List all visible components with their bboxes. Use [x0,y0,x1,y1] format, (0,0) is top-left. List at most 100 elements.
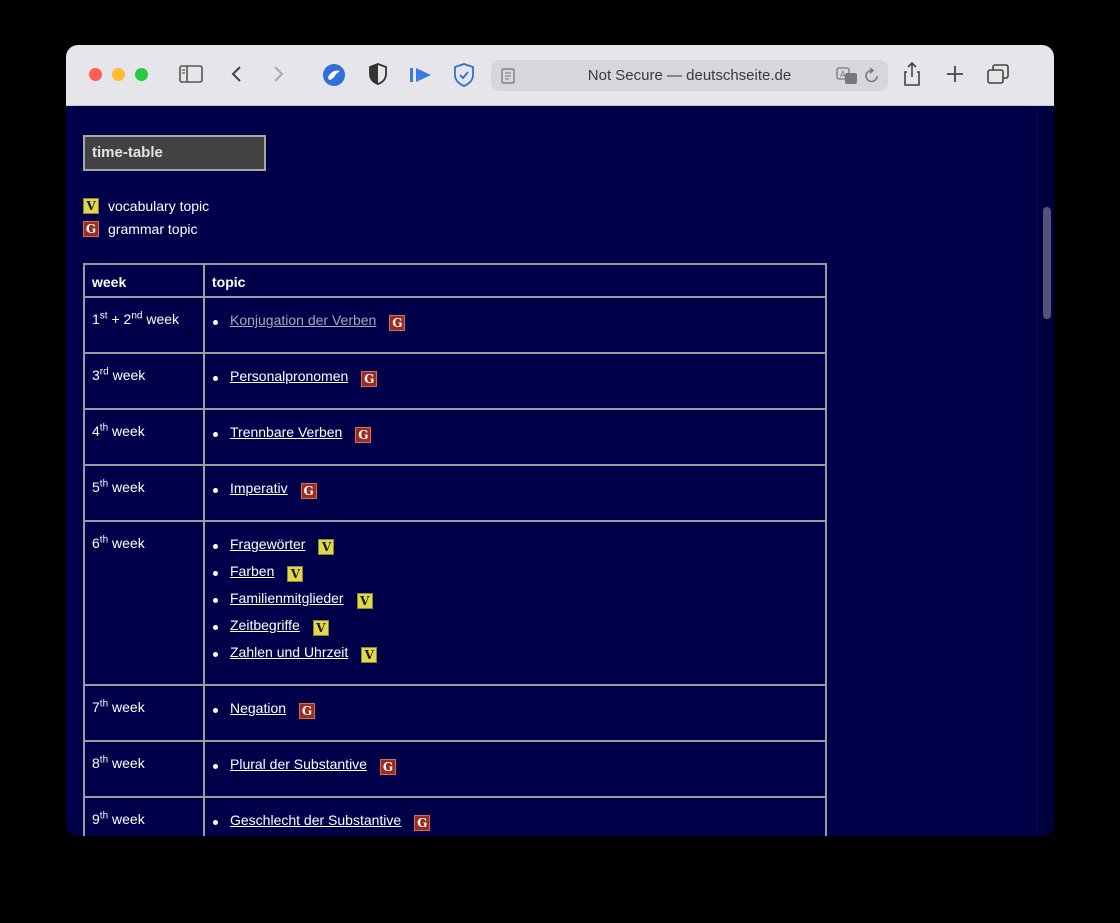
bullet-icon [213,571,218,576]
address-text: Not Secure — deutschseite.de [587,67,792,84]
translate-icon[interactable]: A [836,67,858,85]
week-ordinal-suffix: th [99,422,109,434]
week-ordinal-suffix: rd [99,366,109,378]
week-cell: 7th week [83,684,205,742]
topic-cell: Personalpronomen G [203,352,827,410]
shield-check-extension-icon[interactable] [453,63,475,87]
table-row: 9th week Geschlecht der Substantive G [83,796,827,836]
table-row: 4th week Trennbare Verben G [83,408,827,466]
shield-extension-icon[interactable] [368,63,388,85]
table-row: 1st + 2nd week Konjugation der Verben G [83,296,827,354]
week-ordinal-suffix: th [99,534,109,546]
vocabulary-badge-icon: V [312,620,329,636]
topic-cell: Geschlecht der Substantive G [203,796,827,836]
bullet-icon [213,432,218,437]
topic-link[interactable]: Zahlen und Uhrzeit [230,644,348,660]
week-number: 4 [92,423,100,439]
list-item: Zeitbegriffe V [213,617,825,644]
week-cell: 3rd week [83,352,205,410]
vocabulary-badge-icon: V [287,566,304,582]
topic-cell: Imperativ G [203,464,827,522]
svg-text:A: A [840,70,846,79]
week-text: week [108,367,146,383]
grammar-badge-icon: G [355,427,372,443]
topic-link[interactable]: Imperativ [230,480,288,496]
topic-link[interactable]: Zeitbegriffe [230,617,300,633]
browser-window: Not Secure — deutschseite.de A time-tabl… [66,45,1054,836]
chevron-right-icon[interactable] [271,64,285,84]
week-ordinal-suffix: st [99,310,108,322]
vertical-scrollbar[interactable] [1037,106,1054,836]
week-cell: 6th week [83,520,205,686]
week-text: week [108,479,145,495]
bullet-icon [213,764,218,769]
topic-link[interactable]: Trennbare Verben [230,424,342,440]
table-row: 3rd week Personalpronomen G [83,352,827,410]
zoom-window-button[interactable] [135,68,148,81]
play-extension-icon[interactable] [409,65,433,85]
topic-list: Geschlecht der Substantive G [205,798,825,836]
topic-link[interactable]: Familienmitglieder [230,590,344,606]
browser-toolbar: Not Secure — deutschseite.de A [66,45,1054,106]
bullet-icon [213,820,218,825]
tab-overview-icon[interactable] [986,63,1010,85]
topic-link[interactable]: Konjugation der Verben [230,312,376,328]
week-number: 9 [92,811,100,827]
week-number: 1 [92,311,100,327]
topic-link[interactable]: Personalpronomen [230,368,348,384]
topic-link[interactable]: Plural der Substantive [230,756,367,772]
bullet-icon [213,544,218,549]
topic-column-header: topic [203,263,827,298]
bullet-icon [213,598,218,603]
minimize-window-button[interactable] [112,68,125,81]
vocabulary-badge-icon: V [83,198,99,214]
topic-list: Negation G [205,686,825,740]
week-cell: 1st + 2nd week [83,296,205,354]
topic-link[interactable]: Negation [230,700,286,716]
page-title: time-table [83,135,266,171]
bullet-icon [213,652,218,657]
table-row: 5th week Imperativ G [83,464,827,522]
legend-vocabulary: V vocabulary topic [83,198,209,214]
vocabulary-badge-icon: V [318,539,335,555]
legend-grammar: G grammar topic [83,221,197,237]
topic-list: Plural der Substantive G [205,742,825,796]
bird-extension-icon[interactable] [322,63,346,87]
timetable: week topic 1st + 2nd week Konjugation der… [83,263,827,836]
grammar-badge-icon: G [414,815,431,831]
topic-link[interactable]: Farben [230,563,274,579]
list-item: Familienmitglieder V [213,590,825,617]
sidebar-icon[interactable] [179,64,203,84]
topic-list: Trennbare Verben G [205,410,825,464]
week-ordinal-suffix: nd [131,310,143,322]
list-item: Konjugation der Verben G [213,312,825,339]
bullet-icon [213,708,218,713]
bullet-icon [213,320,218,325]
vocabulary-badge-icon: V [356,593,373,609]
list-item: Personalpronomen G [213,368,825,395]
close-window-button[interactable] [89,68,102,81]
reload-icon[interactable] [864,67,880,85]
plus-icon[interactable] [945,64,965,84]
address-bar[interactable]: Not Secure — deutschseite.de A [491,60,888,91]
table-row: 8th week Plural der Substantive G [83,740,827,798]
week-text: week [108,535,145,551]
share-icon[interactable] [902,61,922,87]
week-column-header: week [83,263,205,298]
grammar-badge-icon: G [361,371,378,387]
scrollbar-thumb[interactable] [1043,207,1051,319]
week-text: week [108,699,145,715]
list-item: Negation G [213,700,825,727]
bullet-icon [213,625,218,630]
week-number: 7 [92,699,100,715]
vocabulary-badge-icon: V [361,647,378,663]
topic-link[interactable]: Geschlecht der Substantive [230,812,401,828]
week-number: 3 [92,367,100,383]
table-row: 6th week Fragewörter V Farben V Familienmitgl… [83,520,827,686]
topic-link[interactable]: Fragewörter [230,536,305,552]
list-item: Imperativ G [213,480,825,507]
week-cell: 5th week [83,464,205,522]
chevron-left-icon[interactable] [230,64,244,84]
week-text: + [107,311,124,327]
week-cell: 8th week [83,740,205,798]
